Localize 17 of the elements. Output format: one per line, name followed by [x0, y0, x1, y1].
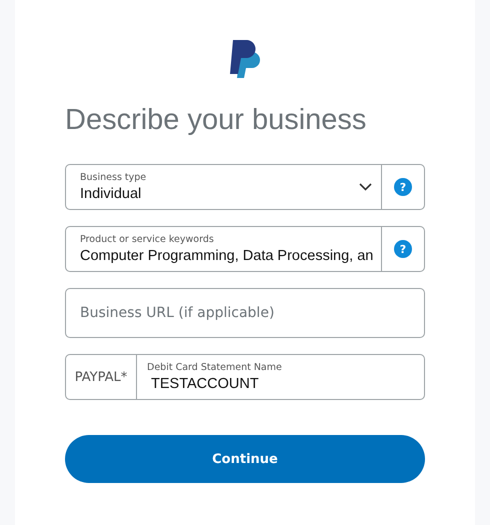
input-field[interactable]: Business type Individual ?: [65, 164, 425, 210]
page-title: Describe your business: [65, 104, 368, 137]
input-field[interactable]: Product or service keywords Computer Programming, Data Processing, an ?: [65, 226, 425, 272]
field-label: Business type: [80, 172, 148, 183]
field-label: Product or service keywords: [80, 234, 215, 245]
input-field[interactable]: PAYPAL* Debit Card Statement Name TESTACCOUNT: [65, 354, 425, 400]
field-prefix: PAYPAL*: [66, 355, 137, 399]
field-label: Debit Card Statement Name: [147, 362, 283, 373]
field-value: Computer Programming, Data Processing, an: [80, 248, 374, 264]
help-icon[interactable]: ?: [394, 178, 412, 196]
help-icon[interactable]: ?: [394, 240, 412, 258]
logo-icon: [228, 40, 262, 79]
field-value: TESTACCOUNT: [150, 376, 260, 392]
continue-button[interactable]: Continue: [65, 435, 425, 483]
chevron-down-icon: [359, 183, 372, 191]
url-field[interactable]: Business URL (if applicable): [66, 289, 424, 337]
field-value: Individual: [80, 186, 142, 202]
